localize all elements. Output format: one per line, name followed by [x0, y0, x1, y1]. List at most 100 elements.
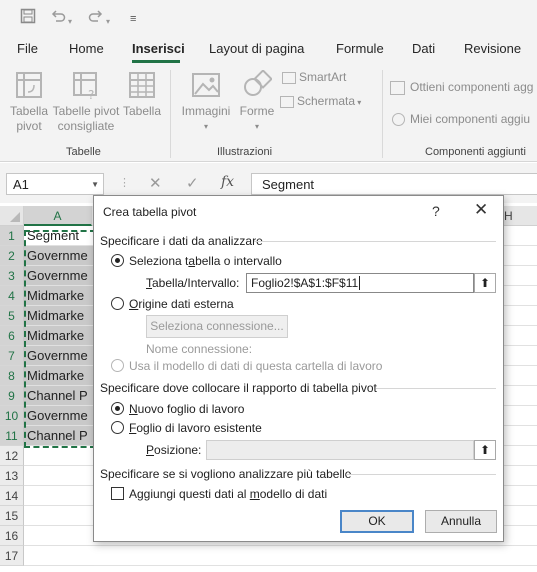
- screenshot-label: Schermata: [297, 94, 356, 108]
- row-header[interactable]: 9: [0, 386, 24, 406]
- name-box-value: A1: [13, 177, 29, 192]
- smartart-button[interactable]: SmartArt: [282, 70, 352, 85]
- column-header-h[interactable]: H: [502, 206, 537, 226]
- save-icon[interactable]: [20, 8, 36, 29]
- chevron-down-icon[interactable]: ▼: [91, 180, 99, 189]
- option-select-range-label: Seleziona tabella o intervallo: [129, 254, 282, 268]
- images-label: Immagini: [181, 104, 231, 118]
- copy-selection-marquee: [24, 230, 96, 448]
- formula-input[interactable]: Segment: [251, 173, 537, 195]
- option-new-sheet-label: Nuovo foglio di lavoro: [129, 402, 245, 416]
- tab-layout-di-pagina[interactable]: Layout di pagina: [209, 41, 304, 56]
- ribbon-separator: [170, 70, 171, 158]
- radio-new-sheet[interactable]: [111, 402, 124, 415]
- pivot-table-icon: [16, 72, 42, 98]
- cell-a[interactable]: [24, 546, 94, 566]
- row-header[interactable]: 4: [0, 286, 24, 306]
- help-icon[interactable]: ?: [432, 203, 440, 219]
- redo-dropdown-icon[interactable]: ▾: [106, 13, 110, 31]
- svg-text:?: ?: [88, 88, 94, 100]
- gridline: [24, 545, 537, 546]
- table-icon: [129, 72, 155, 98]
- cancel-button[interactable]: Annulla: [425, 510, 497, 533]
- fx-icon[interactable]: fx: [221, 174, 234, 190]
- screenshot-button[interactable]: Schermata ▾: [280, 94, 370, 110]
- recommended-pivot-button[interactable]: ? Tabelle pivot consigliate: [52, 70, 120, 134]
- ribbon-tabs: File Home Inserisci Layout di pagina For…: [0, 34, 537, 64]
- row-header[interactable]: 2: [0, 246, 24, 266]
- shapes-icon: [244, 70, 272, 96]
- undo-icon[interactable]: [50, 8, 66, 29]
- get-addins-button[interactable]: Ottieni componenti agg: [390, 80, 537, 95]
- collapse-dialog-icon: ⬆: [479, 443, 491, 457]
- row-header[interactable]: 17: [0, 546, 24, 566]
- table-button[interactable]: Tabella: [122, 70, 162, 119]
- shapes-button[interactable]: Forme ▾: [236, 70, 278, 134]
- more-options-icon: ⋮: [119, 177, 130, 189]
- cell-a[interactable]: [24, 506, 94, 526]
- tab-inserisci[interactable]: Inserisci: [132, 41, 185, 56]
- column-header-a[interactable]: A: [24, 206, 92, 226]
- row-header[interactable]: 12: [0, 446, 24, 466]
- screenshot-icon: [280, 95, 294, 108]
- radio-data-model[interactable]: [111, 359, 124, 372]
- my-addins-icon: [392, 113, 405, 127]
- row-header[interactable]: 1: [0, 226, 24, 246]
- row-header[interactable]: 16: [0, 526, 24, 546]
- recommended-pivot-icon: ?: [73, 72, 97, 100]
- collapse-range-button[interactable]: ⬆: [474, 273, 496, 293]
- undo-dropdown-icon[interactable]: ▾: [68, 13, 72, 31]
- radio-select-range[interactable]: [111, 254, 124, 267]
- checkbox-add-to-data-model[interactable]: [111, 487, 124, 500]
- range-input[interactable]: Foglio2!$A$1:$F$11: [246, 273, 474, 293]
- ok-button[interactable]: OK: [340, 510, 414, 533]
- row-header[interactable]: 14: [0, 486, 24, 506]
- cancel-icon[interactable]: ✕: [149, 174, 162, 192]
- range-input-value: Foglio2!$A$1:$F$11: [251, 276, 361, 290]
- active-tab-indicator: [132, 60, 180, 63]
- row-header[interactable]: 13: [0, 466, 24, 486]
- choose-connection-button[interactable]: Seleziona connessione...: [146, 315, 288, 338]
- position-input[interactable]: [206, 440, 474, 460]
- tab-dati[interactable]: Dati: [412, 41, 435, 56]
- cell-a[interactable]: [24, 466, 94, 486]
- select-all-corner[interactable]: [0, 206, 24, 226]
- quick-access-toolbar: ▾ ▾ ≡: [0, 0, 537, 34]
- row-header[interactable]: 10: [0, 406, 24, 426]
- row-header[interactable]: 5: [0, 306, 24, 326]
- row-header[interactable]: 3: [0, 266, 24, 286]
- group-componenti-label: Componenti aggiunti: [425, 146, 526, 158]
- collapse-position-button[interactable]: ⬆: [474, 440, 496, 460]
- row-header[interactable]: 15: [0, 506, 24, 526]
- cell-a[interactable]: [24, 486, 94, 506]
- tab-formule[interactable]: Formule: [336, 41, 384, 56]
- images-icon: [192, 73, 220, 97]
- row-header[interactable]: 6: [0, 326, 24, 346]
- shapes-dropdown-icon: ▾: [254, 122, 259, 131]
- screenshot-dropdown-icon: ▾: [355, 98, 362, 107]
- connection-name-label: Nome connessione:: [146, 342, 253, 356]
- images-button[interactable]: Immagini ▾: [178, 70, 234, 134]
- cell-a[interactable]: [24, 526, 94, 546]
- row-header[interactable]: 8: [0, 366, 24, 386]
- pivot-table-label: Tabella pivot: [9, 104, 49, 133]
- my-addins-button[interactable]: Miei componenti aggiu: [392, 112, 537, 127]
- table-label: Tabella: [122, 104, 162, 118]
- row-header[interactable]: 11: [0, 426, 24, 446]
- close-icon[interactable]: ✕: [474, 200, 488, 220]
- enter-icon[interactable]: ✓: [186, 174, 199, 192]
- name-box[interactable]: A1 ▼: [6, 173, 104, 195]
- row-header[interactable]: 7: [0, 346, 24, 366]
- tab-revisione[interactable]: Revisione: [464, 41, 521, 56]
- group-illustrazioni-label: Illustrazioni: [217, 146, 273, 158]
- cell-a[interactable]: [24, 446, 94, 466]
- pivot-table-button[interactable]: Tabella pivot: [6, 70, 52, 134]
- radio-existing-sheet[interactable]: [111, 421, 124, 434]
- radio-external-source[interactable]: [111, 297, 124, 310]
- tab-home[interactable]: Home: [69, 41, 104, 56]
- shapes-label: Forme: [239, 104, 275, 118]
- tab-file[interactable]: File: [17, 41, 38, 56]
- customize-toolbar-icon[interactable]: ≡: [130, 10, 136, 28]
- ribbon: Tabella pivot ? Tabelle pivot consigliat…: [0, 64, 537, 162]
- redo-icon[interactable]: [88, 8, 104, 29]
